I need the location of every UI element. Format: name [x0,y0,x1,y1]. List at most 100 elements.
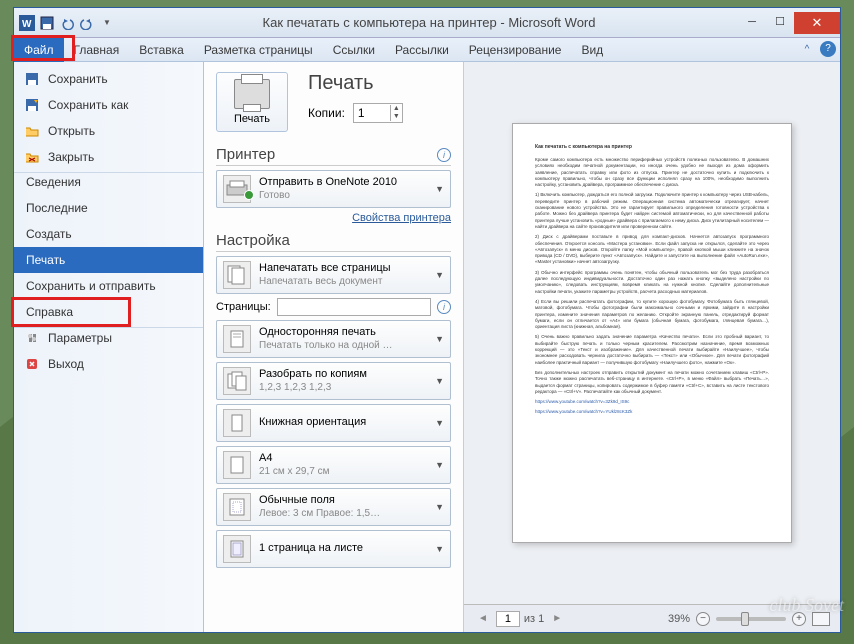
redo-icon[interactable] [78,14,96,32]
titlebar: W ▼ Как печатать с компьютера на принтер… [14,8,840,38]
ribbon-minimize-icon[interactable]: ^ [798,41,816,59]
tab-layout[interactable]: Разметка страницы [194,38,323,62]
sidebar-open[interactable]: Открыть [14,118,203,144]
status-ready-icon [244,190,254,200]
pages-per-sheet-dropdown[interactable]: 1 страница на листе ▼ [216,530,451,568]
preview-footer: ◄ из 1 ► 39% − + [464,604,840,632]
window-buttons: ─ ☐ ✕ [738,12,840,34]
tab-view[interactable]: Вид [571,38,613,62]
tab-mailings[interactable]: Рассылки [385,38,459,62]
save-as-icon [24,97,40,113]
fit-to-page-button[interactable] [812,612,830,626]
info-icon[interactable]: i [437,300,451,314]
copies-label: Копии: [308,106,345,120]
sidebar-save[interactable]: Сохранить [14,66,203,92]
backstage: Сохранить Сохранить как Открыть Закрыть … [14,62,840,632]
dd-sub: Напечатать весь документ [259,276,427,288]
zoom-out-button[interactable]: − [696,612,710,626]
sidebar-label: Сохранить как [48,98,128,112]
sidebar-save-send[interactable]: Сохранить и отправить [14,273,203,299]
printer-name: Отправить в OneNote 2010 [259,176,427,189]
sidebar-print[interactable]: Печать [14,247,203,273]
per-sheet-icon [223,535,251,563]
preview-area: Как печатать с компьютера на принтер Кро… [464,62,840,604]
chevron-down-icon: ▼ [435,418,444,428]
sidebar-save-as[interactable]: Сохранить как [14,92,203,118]
preview-paragraph: 5) Очень важно правильно задать значение… [535,334,769,365]
zoom-slider[interactable] [716,617,786,621]
printer-status: Готово [259,190,427,202]
dd-main: Обычные поля [259,494,427,507]
print-button[interactable]: Печать [216,72,288,132]
word-app-icon: W [18,14,36,32]
slider-thumb[interactable] [741,612,749,626]
maximize-button[interactable]: ☐ [766,12,794,32]
sidebar-recent[interactable]: Последние [14,195,203,221]
tab-file[interactable]: Файл [14,38,64,62]
qat-dropdown-icon[interactable]: ▼ [98,14,116,32]
sidebar-help[interactable]: Справка [14,299,203,325]
pages-scope-dropdown[interactable]: Напечатать все страницы Напечатать весь … [216,256,451,294]
help-icon[interactable]: ? [820,41,836,57]
collate-icon [223,367,251,395]
exit-icon [24,356,40,372]
sidebar: Сохранить Сохранить как Открыть Закрыть … [14,62,204,632]
tab-review[interactable]: Рецензирование [459,38,572,62]
minimize-button[interactable]: ─ [738,12,766,32]
tab-references[interactable]: Ссылки [323,38,385,62]
close-button[interactable]: ✕ [794,12,840,34]
pages-input[interactable] [277,298,431,316]
app-window: W ▼ Как печатать с компьютера на принтер… [13,7,841,633]
sidebar-close[interactable]: Закрыть [14,144,203,170]
sidebar-new[interactable]: Создать [14,221,203,247]
sidebar-options[interactable]: Параметры [14,327,203,351]
undo-icon[interactable] [58,14,76,32]
printer-icon [234,79,270,109]
zoom-in-button[interactable]: + [792,612,806,626]
section-label: Принтер [216,146,275,163]
info-icon[interactable]: i [437,148,451,162]
spin-down-icon[interactable]: ▼ [391,113,402,121]
preview-link: https://www.youtube.com/watch?v=3Zk9d_IS… [535,399,769,405]
pages-label: Страницы: [216,301,271,313]
print-header: Печать [308,72,403,95]
paper-size-dropdown[interactable]: A4 21 см x 29,7 см ▼ [216,446,451,484]
save-icon[interactable] [38,14,56,32]
open-icon [24,123,40,139]
print-button-label: Печать [234,113,270,125]
tab-insert[interactable]: Вставка [129,38,194,62]
dd-main: Книжная ориентация [259,416,427,429]
prev-page-button[interactable]: ◄ [474,611,492,626]
sides-dropdown[interactable]: Односторонняя печать Печатать только на … [216,320,451,358]
copies-input[interactable] [354,104,390,122]
paper-size-icon [223,451,251,479]
sidebar-info[interactable]: Сведения [14,172,203,195]
tab-home[interactable]: Главная [64,38,130,62]
copies-spinbox[interactable]: ▲▼ [353,103,403,123]
pages-icon [223,261,251,289]
preview-paragraph: Кроме самого компьютера есть множество п… [535,157,769,188]
dd-main: 1 страница на листе [259,542,427,555]
printer-selector[interactable]: Отправить в OneNote 2010 Готово ▼ [216,170,451,208]
dd-main: Разобрать по копиям [259,368,427,381]
print-content: Печать Печать Копии: ▲▼ [204,62,840,632]
sidebar-exit[interactable]: Выход [14,351,203,377]
print-preview-panel: Как печатать с компьютера на принтер Кро… [464,62,840,632]
one-sided-icon [223,325,251,353]
zoom-label: 39% [668,613,690,625]
printer-properties-link[interactable]: Свойства принтера [216,212,451,224]
chevron-down-icon: ▼ [435,270,444,280]
page-preview: Как печатать с компьютера на принтер Кро… [512,123,792,543]
sidebar-label: Закрыть [48,150,94,164]
collate-dropdown[interactable]: Разобрать по копиям 1,2,3 1,2,3 1,2,3 ▼ [216,362,451,400]
dd-sub: Печатать только на одной … [259,340,427,352]
orientation-dropdown[interactable]: Книжная ориентация ▼ [216,404,451,442]
svg-text:W: W [22,19,32,30]
page-number-input[interactable] [496,611,520,627]
sidebar-label: Открыть [48,124,95,138]
margins-icon [223,493,251,521]
spin-up-icon[interactable]: ▲ [391,105,402,113]
next-page-button[interactable]: ► [548,611,566,626]
printer-device-icon [223,175,251,203]
margins-dropdown[interactable]: Обычные поля Левое: 3 см Правое: 1,5… ▼ [216,488,451,526]
